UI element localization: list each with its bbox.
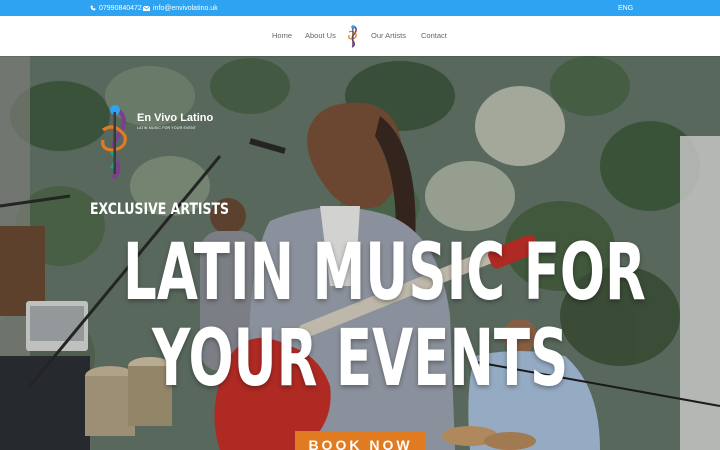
email-icon: [143, 5, 150, 11]
hero-headline-line1: LATIN MUSIC FOR: [0, 234, 720, 312]
phone-number: 07990840472: [99, 4, 142, 12]
nav-contact[interactable]: Contact: [421, 31, 447, 40]
hero-headline-text-1: LATIN MUSIC FOR: [123, 228, 646, 318]
brand-name: En Vivo Latino: [137, 112, 214, 124]
email-contact[interactable]: info@envivolatino.uk: [143, 5, 218, 12]
hero-section: En Vivo Latino LATIN MUSIC FOR YOUR EVEN…: [0, 56, 720, 450]
nav-our-artists[interactable]: Our Artists: [371, 31, 406, 40]
nav-about-us[interactable]: About Us: [305, 31, 336, 40]
brand-logo[interactable]: En Vivo Latino LATIN MUSIC FOR YOUR EVEN…: [95, 102, 213, 185]
guitar-clef-logo: [95, 102, 133, 185]
hero-headline-line2: YOUR EVENTS: [0, 320, 720, 398]
brand-tagline: LATIN MUSIC FOR YOUR EVENT: [137, 126, 197, 130]
logo-icon[interactable]: [346, 24, 360, 48]
phone-icon: [90, 5, 96, 11]
main-header: Home About Us Our Artists Contact: [0, 16, 720, 56]
language-switch[interactable]: ENG: [618, 5, 633, 12]
hero-eyebrow: EXCLUSIVE ARTISTS: [90, 199, 230, 218]
email-address: info@envivolatino.uk: [153, 4, 218, 12]
nav-home[interactable]: Home: [272, 31, 292, 40]
phone-contact[interactable]: 07990840472: [90, 5, 142, 12]
hero-headline-text-2: YOUR EVENTS: [151, 314, 569, 404]
top-info-bar: 07990840472 info@envivolatino.uk ENG: [0, 0, 720, 16]
book-now-button[interactable]: BOOK NOW: [295, 431, 426, 450]
